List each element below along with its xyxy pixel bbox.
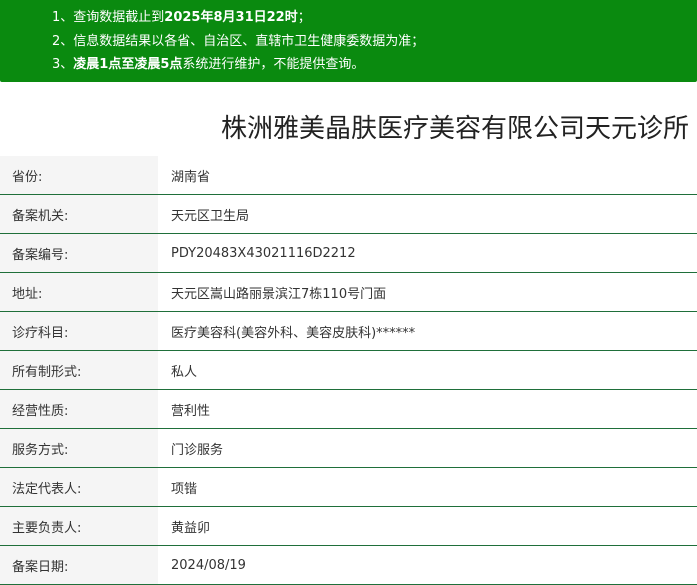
field-value: 天元区嵩山路丽景滨江7栋110号门面 bbox=[158, 272, 697, 312]
field-value: 2024/08/19 bbox=[158, 545, 697, 585]
notice-line-2: 2、信息数据结果以各省、自治区、直辖市卫生健康委数据为准； bbox=[52, 30, 697, 54]
field-label: 备案日期: bbox=[0, 545, 158, 585]
notice-number: 2、 bbox=[52, 33, 74, 49]
notice-text: 信息数据结果以各省、自治区、直辖市卫生健康委数据为准； bbox=[73, 33, 425, 49]
field-label: 所有制形式: bbox=[0, 350, 158, 390]
info-table: 省份: 湖南省 备案机关: 天元区卫生局 备案编号: PDY20483X4302111… bbox=[0, 156, 697, 585]
notice-line-1: 1、查询数据截止到2025年8月31日22时； bbox=[52, 6, 697, 30]
notice-number: 3、 bbox=[52, 57, 74, 72]
table-row: 主要负责人: 黄益卯 bbox=[0, 506, 697, 546]
table-row: 服务方式: 门诊服务 bbox=[0, 428, 697, 468]
table-row: 省份: 湖南省 bbox=[0, 156, 697, 195]
notice-text: 系统进行维护，不能提供查询。 bbox=[182, 57, 365, 72]
field-label: 地址: bbox=[0, 272, 158, 312]
field-value: 湖南省 bbox=[158, 156, 697, 195]
institution-title: 株洲雅美晶肤医疗美容有限公司天元诊所 bbox=[220, 114, 689, 144]
table-row: 法定代表人: 项锴 bbox=[0, 467, 697, 507]
field-label: 省份: bbox=[0, 156, 158, 195]
field-value: 医疗美容科(美容外科、美容皮肤科)****** bbox=[158, 311, 697, 351]
field-label: 主要负责人: bbox=[0, 506, 158, 546]
field-value: 天元区卫生局 bbox=[158, 194, 697, 234]
field-label: 备案编号: bbox=[0, 233, 158, 273]
field-value: 私人 bbox=[158, 350, 697, 390]
field-label: 服务方式: bbox=[0, 428, 158, 468]
field-value: PDY20483X43021116D2212 bbox=[158, 233, 697, 273]
notice-highlight: 2025年8月31日22时 bbox=[164, 10, 298, 25]
table-row: 备案机关: 天元区卫生局 bbox=[0, 194, 697, 234]
notice-text: ； bbox=[297, 10, 311, 25]
notice-line-3: 3、凌晨1点至凌晨5点系统进行维护，不能提供查询。 bbox=[52, 53, 697, 77]
field-label: 诊疗科目: bbox=[0, 311, 158, 351]
notice-banner: 1、查询数据截止到2025年8月31日22时； 2、信息数据结果以各省、自治区、… bbox=[0, 0, 697, 82]
table-row: 经营性质: 营利性 bbox=[0, 389, 697, 429]
field-label: 法定代表人: bbox=[0, 467, 158, 507]
table-row: 地址: 天元区嵩山路丽景滨江7栋110号门面 bbox=[0, 272, 697, 312]
field-value: 项锴 bbox=[158, 467, 697, 507]
field-label: 经营性质: bbox=[0, 389, 158, 429]
field-value: 营利性 bbox=[158, 389, 697, 429]
table-row: 备案编号: PDY20483X43021116D2212 bbox=[0, 233, 697, 273]
field-label: 备案机关: bbox=[0, 194, 158, 234]
field-value: 门诊服务 bbox=[158, 428, 697, 468]
notice-highlight: 凌晨1点至凌晨5点 bbox=[73, 57, 183, 72]
notice-text: 查询数据截止到 bbox=[73, 10, 165, 25]
table-row: 所有制形式: 私人 bbox=[0, 350, 697, 390]
table-row: 备案日期: 2024/08/19 bbox=[0, 545, 697, 585]
notice-number: 1、 bbox=[52, 10, 74, 25]
field-value: 黄益卯 bbox=[158, 506, 697, 546]
table-row: 诊疗科目: 医疗美容科(美容外科、美容皮肤科)****** bbox=[0, 311, 697, 351]
